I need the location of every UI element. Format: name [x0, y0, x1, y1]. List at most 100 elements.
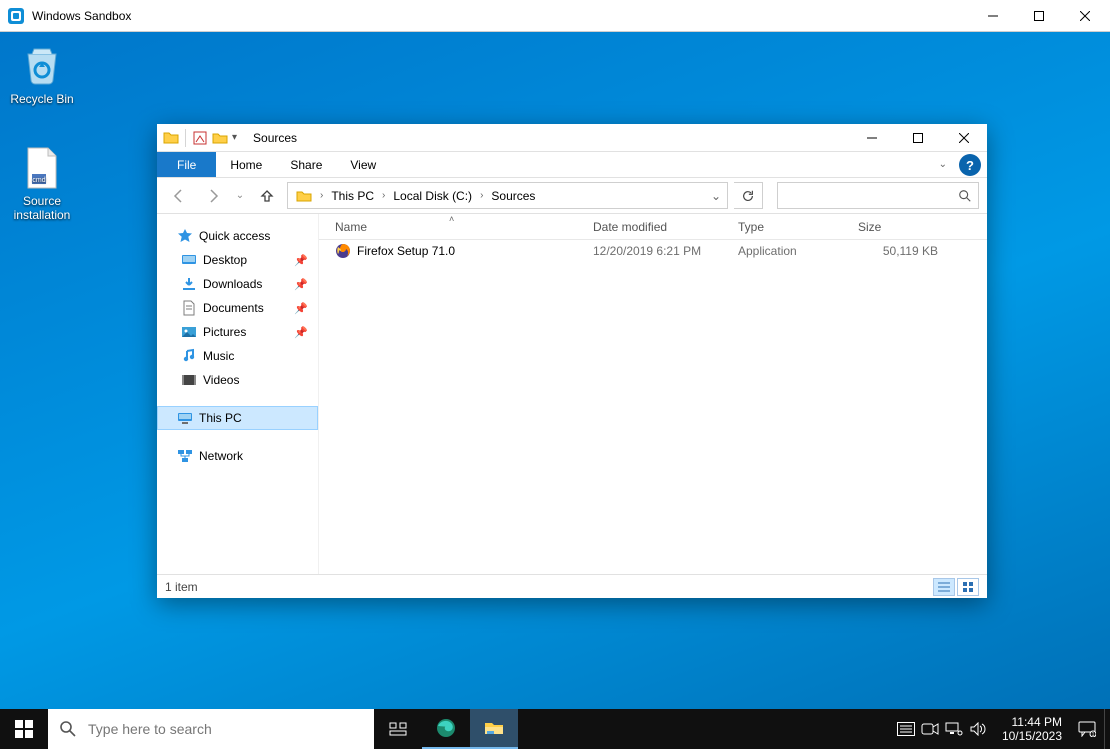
- sidebar-item-label: Downloads: [203, 277, 262, 291]
- sandbox-title: Windows Sandbox: [32, 9, 970, 23]
- system-tray: [894, 709, 994, 749]
- explorer-navbar: ⌄ › This PC › Local Disk (C:) › Sources …: [157, 178, 987, 214]
- sidebar-item-label: Music: [203, 349, 234, 363]
- column-header-modified[interactable]: Date modified: [593, 220, 738, 234]
- search-box[interactable]: [777, 182, 979, 209]
- network-icon: [177, 448, 193, 464]
- documents-icon: [181, 300, 197, 316]
- sidebar-item-desktop[interactable]: Desktop 📌: [157, 248, 318, 272]
- file-list[interactable]: Firefox Setup 71.0 12/20/2019 6:21 PM Ap…: [319, 240, 987, 574]
- folder-icon: [296, 188, 312, 204]
- explorer-close-button[interactable]: [941, 124, 987, 151]
- column-header-name[interactable]: Name: [335, 220, 593, 234]
- file-row[interactable]: Firefox Setup 71.0 12/20/2019 6:21 PM Ap…: [319, 240, 987, 262]
- breadcrumb-chevron[interactable]: ›: [378, 183, 389, 208]
- sidebar-item-label: This PC: [199, 411, 242, 425]
- tab-view[interactable]: View: [336, 152, 390, 177]
- tab-home[interactable]: Home: [216, 152, 276, 177]
- music-icon: [181, 348, 197, 364]
- tray-volume-icon[interactable]: [966, 709, 990, 749]
- address-bar[interactable]: › This PC › Local Disk (C:) › Sources ⌄: [287, 182, 728, 209]
- nav-back-button[interactable]: [165, 182, 193, 210]
- breadcrumb-local-disk[interactable]: Local Disk (C:): [389, 183, 476, 208]
- file-list-pane: ˄ Name Date modified Type Size Firefox S…: [319, 214, 987, 574]
- sandbox-close-button[interactable]: [1062, 1, 1108, 31]
- sidebar-item-label: Videos: [203, 373, 239, 387]
- breadcrumb-chevron[interactable]: ›: [476, 183, 487, 208]
- column-header-row: ˄ Name Date modified Type Size: [319, 214, 987, 240]
- sidebar-item-pictures[interactable]: Pictures 📌: [157, 320, 318, 344]
- file-type: Application: [738, 244, 858, 258]
- nav-forward-button[interactable]: [199, 182, 227, 210]
- taskbar-search-placeholder: Type here to search: [88, 721, 212, 737]
- sidebar-item-label: Quick access: [199, 229, 270, 243]
- search-input[interactable]: [778, 189, 952, 203]
- clock-date: 10/15/2023: [1002, 729, 1062, 743]
- pin-icon: 📌: [294, 254, 308, 267]
- explorer-ribbon-tabs: File Home Share View ⌄ ?: [157, 152, 987, 178]
- explorer-maximize-button[interactable]: [895, 124, 941, 151]
- recycle-bin-desktop-icon[interactable]: Recycle Bin: [4, 42, 80, 106]
- explorer-titlebar[interactable]: ▾ Sources: [157, 124, 987, 152]
- sidebar-item-label: Desktop: [203, 253, 247, 267]
- sidebar-item-documents[interactable]: Documents 📌: [157, 296, 318, 320]
- svg-text:1: 1: [1092, 732, 1095, 737]
- column-header-size[interactable]: Size: [858, 220, 938, 234]
- customize-qat-dropdown[interactable]: ▾: [232, 132, 237, 143]
- sandbox-titlebar[interactable]: Windows Sandbox: [0, 0, 1110, 32]
- taskbar-app-edge[interactable]: [422, 709, 470, 749]
- source-installation-label: Source installation: [4, 194, 80, 222]
- address-history-dropdown[interactable]: ⌄: [705, 183, 727, 208]
- nav-history-dropdown[interactable]: ⌄: [233, 182, 247, 210]
- breadcrumb-chevron[interactable]: ›: [316, 183, 327, 208]
- downloads-icon: [181, 276, 197, 292]
- explorer-minimize-button[interactable]: [849, 124, 895, 151]
- firefox-installer-icon: [335, 243, 351, 259]
- expand-ribbon-button[interactable]: ⌄: [933, 152, 953, 177]
- tab-file[interactable]: File: [157, 152, 216, 177]
- file-name: Firefox Setup 71.0: [357, 244, 593, 258]
- sidebar-item-label: Documents: [203, 301, 264, 315]
- desktop-icon: [181, 252, 197, 268]
- nav-up-button[interactable]: [253, 182, 281, 210]
- refresh-button[interactable]: [734, 182, 763, 209]
- taskbar-clock[interactable]: 11:44 PM 10/15/2023: [994, 709, 1070, 749]
- view-details-button[interactable]: [933, 578, 955, 596]
- column-header-type[interactable]: Type: [738, 220, 858, 234]
- sandbox-maximize-button[interactable]: [1016, 1, 1062, 31]
- this-pc-icon: [177, 410, 193, 426]
- sidebar-item-this-pc[interactable]: This PC: [157, 406, 318, 430]
- view-large-icons-button[interactable]: [957, 578, 979, 596]
- sidebar-item-downloads[interactable]: Downloads 📌: [157, 272, 318, 296]
- source-installation-desktop-icon[interactable]: cmd Source installation: [4, 144, 80, 222]
- sidebar-item-videos[interactable]: Videos: [157, 368, 318, 392]
- help-button[interactable]: ?: [959, 154, 981, 176]
- taskbar-app-file-explorer[interactable]: [470, 709, 518, 749]
- breadcrumb-this-pc[interactable]: This PC: [327, 183, 378, 208]
- action-center-button[interactable]: 1: [1070, 709, 1104, 749]
- tray-network-icon[interactable]: [942, 709, 966, 749]
- breadcrumb-sources[interactable]: Sources: [487, 183, 539, 208]
- tray-input-indicator-icon[interactable]: [894, 709, 918, 749]
- taskbar-search[interactable]: Type here to search: [48, 709, 374, 749]
- task-view-button[interactable]: [374, 709, 422, 749]
- new-folder-icon[interactable]: [212, 130, 228, 146]
- item-count-label: 1 item: [165, 580, 198, 594]
- start-button[interactable]: [0, 709, 48, 749]
- sidebar-item-network[interactable]: Network: [157, 444, 318, 468]
- sidebar-item-quick-access[interactable]: Quick access: [157, 224, 318, 248]
- tab-share[interactable]: Share: [276, 152, 336, 177]
- properties-icon[interactable]: [192, 130, 208, 146]
- tray-meet-now-icon[interactable]: [918, 709, 942, 749]
- status-bar: 1 item: [157, 574, 987, 598]
- search-icon[interactable]: [952, 189, 978, 203]
- sandbox-minimize-button[interactable]: [970, 1, 1016, 31]
- file-modified: 12/20/2019 6:21 PM: [593, 244, 738, 258]
- desktop[interactable]: Recycle Bin cmd Source installation: [0, 32, 1110, 709]
- sidebar-item-music[interactable]: Music: [157, 344, 318, 368]
- sort-ascending-icon: ˄: [449, 214, 454, 224]
- windows-sandbox: Windows Sandbox Recycle Bin cmd Source i…: [0, 0, 1110, 749]
- pin-icon: 📌: [294, 302, 308, 315]
- show-desktop-button[interactable]: [1104, 709, 1110, 749]
- recycle-bin-label: Recycle Bin: [4, 92, 80, 106]
